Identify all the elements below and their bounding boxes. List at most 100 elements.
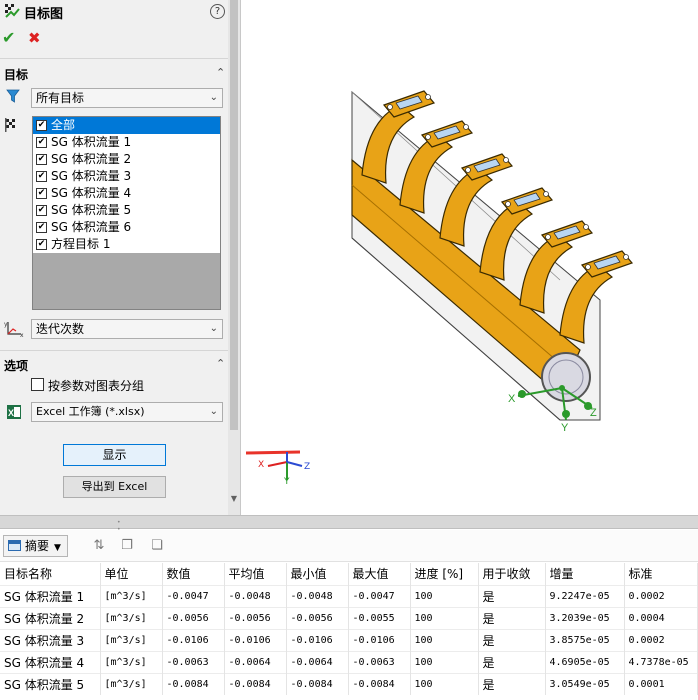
table-header-row: 目标名称 单位 数值 平均值 最小值 最大值 进度 [%] 用于收敛 增量 标准	[0, 563, 698, 585]
x-axis-value: 迭代次数	[36, 322, 85, 336]
table-icon	[8, 540, 21, 551]
svg-text:X: X	[8, 408, 14, 418]
table-cell: 0.0002	[624, 628, 698, 651]
goals-table-toolbar: 摘要 ▼ ⇅ ❐ ❏	[0, 530, 698, 562]
goals-section-header[interactable]: 目标	[4, 66, 28, 83]
group-by-parameter-checkbox[interactable]	[31, 378, 44, 391]
table-cell: -0.0064	[224, 650, 287, 673]
svg-text:y: y	[4, 321, 8, 328]
table-cell: [m^3/s]	[100, 650, 163, 673]
table-cell: [m^3/s]	[100, 606, 163, 629]
copy-icon[interactable]: ❐	[118, 537, 136, 555]
table-cell: -0.0056	[286, 606, 349, 629]
chevron-down-icon: ⌄	[209, 406, 218, 417]
svg-text:x: x	[20, 332, 24, 338]
column-header[interactable]: 进度 [%]	[410, 563, 479, 585]
goal-list-item[interactable]: ✔ SG 体积流量 1	[33, 134, 220, 151]
goal-checkbox[interactable]: ✔	[36, 239, 47, 250]
x-axis-select[interactable]: 迭代次数 ⌄	[31, 319, 223, 339]
table-cell: SG 体积流量 4	[0, 650, 101, 673]
goal-list-item[interactable]: ✔ SG 体积流量 4	[33, 185, 220, 202]
column-header[interactable]: 用于收敛	[478, 563, 546, 585]
goal-checkbox[interactable]: ✔	[36, 120, 47, 131]
axis-icon: xy	[4, 320, 24, 339]
chevron-down-icon: ⌄	[209, 92, 218, 103]
column-header[interactable]: 平均值	[224, 563, 287, 585]
copy-all-icon[interactable]: ❏	[148, 537, 166, 555]
goal-list-item[interactable]: ✔ SG 体积流量 3	[33, 168, 220, 185]
triad-z-label: Z	[304, 462, 311, 472]
show-button[interactable]: 显示	[63, 444, 166, 466]
table-cell: [m^3/s]	[100, 584, 163, 607]
table-row[interactable]: SG 体积流量 1 [m^3/s] -0.0047 -0.0048 -0.0048 -0.…	[0, 584, 698, 607]
panel-scrollbar[interactable]: ▼	[228, 0, 240, 515]
goal-label: SG 体积流量 5	[51, 203, 132, 217]
panel-title: 目标图	[24, 7, 64, 22]
column-header[interactable]: 标准	[624, 563, 698, 585]
goal-list-item[interactable]: ✔ SG 体积流量 5	[33, 202, 220, 219]
goal-list-item[interactable]: ✔ 全部	[33, 117, 220, 134]
column-header[interactable]: 最大值	[348, 563, 411, 585]
goal-list-item[interactable]: ✔ SG 体积流量 2	[33, 151, 220, 168]
checkered-flag-icon	[5, 118, 19, 132]
scroll-down-icon[interactable]: ▼	[229, 494, 239, 504]
table-cell: -0.0048	[286, 584, 349, 607]
table-cell: -0.0084	[162, 672, 225, 695]
goal-list-item[interactable]: ✔ SG 体积流量 6	[33, 219, 220, 236]
table-cell: 100	[410, 650, 479, 673]
table-cell: [m^3/s]	[100, 672, 163, 695]
goal-list[interactable]: ✔ 全部 ✔ SG 体积流量 1 ✔ SG 体积流量 2 ✔ SG 体积流量 3 ✔ SG 体积流…	[32, 116, 221, 310]
table-cell: -0.0106	[286, 628, 349, 651]
column-header[interactable]: 单位	[100, 563, 163, 585]
cancel-button[interactable]: ✖	[28, 29, 41, 47]
goal-checkbox[interactable]: ✔	[36, 137, 47, 148]
column-header[interactable]: 数值	[162, 563, 225, 585]
table-cell: -0.0064	[286, 650, 349, 673]
table-cell: 4.7378e-05	[624, 650, 698, 673]
graphics-viewport[interactable]: X Y Z X Y Z	[178, 0, 698, 515]
column-header[interactable]: 最小值	[286, 563, 349, 585]
goal-checkbox[interactable]: ✔	[36, 222, 47, 233]
options-section-header[interactable]: 选项	[4, 357, 28, 374]
manifold-model: X Y Z	[178, 90, 634, 480]
goal-checkbox[interactable]: ✔	[36, 205, 47, 216]
refresh-icon[interactable]: ⇅	[90, 537, 108, 555]
scrollbar-thumb[interactable]	[230, 0, 238, 430]
goal-checkbox[interactable]: ✔	[36, 171, 47, 182]
table-cell: -0.0063	[162, 650, 225, 673]
export-to-excel-button[interactable]: 导出到 Excel	[63, 476, 166, 498]
column-header[interactable]: 目标名称	[0, 563, 101, 585]
table-cell: -0.0055	[348, 606, 411, 629]
goal-list-item[interactable]: ✔ 方程目标 1	[33, 236, 220, 253]
pane-splitter[interactable]: • • •	[0, 515, 698, 540]
ok-button[interactable]: ✔	[2, 28, 15, 47]
table-cell: 4.6905e-05	[545, 650, 625, 673]
goal-checkbox[interactable]: ✔	[36, 188, 47, 199]
collapse-options-icon[interactable]: ⌃	[216, 357, 225, 370]
table-row[interactable]: SG 体积流量 3 [m^3/s] -0.0106 -0.0106 -0.0106 -0.…	[0, 628, 698, 651]
table-cell: SG 体积流量 5	[0, 672, 101, 695]
collapse-goals-icon[interactable]: ⌃	[216, 66, 225, 79]
goal-label: SG 体积流量 3	[51, 169, 132, 183]
local-z-label: Z	[590, 407, 597, 419]
chevron-down-icon: ⌄	[209, 323, 218, 334]
summary-dropdown-button[interactable]: 摘要 ▼	[3, 535, 68, 557]
table-cell: SG 体积流量 3	[0, 628, 101, 651]
goal-checkbox[interactable]: ✔	[36, 154, 47, 165]
goal-label: SG 体积流量 1	[51, 135, 132, 149]
goal-filter-value: 所有目标	[36, 91, 85, 105]
triad-y-label: Y	[284, 477, 290, 487]
goal-filter-select[interactable]: 所有目标 ⌄	[31, 88, 223, 108]
table-row[interactable]: SG 体积流量 4 [m^3/s] -0.0063 -0.0064 -0.0064 -0.…	[0, 650, 698, 673]
column-header[interactable]: 增量	[545, 563, 625, 585]
goal-label: SG 体积流量 4	[51, 186, 132, 200]
table-cell: -0.0047	[348, 584, 411, 607]
local-y-label: Y	[561, 422, 569, 434]
table-row[interactable]: SG 体积流量 5 [m^3/s] -0.0084 -0.0084 -0.0084 -0.…	[0, 672, 698, 695]
table-cell: 100	[410, 672, 479, 695]
table-cell: 是	[478, 672, 546, 695]
export-format-select[interactable]: Excel 工作簿 (*.xlsx) ⌄	[31, 402, 223, 422]
table-row[interactable]: SG 体积流量 2 [m^3/s] -0.0056 -0.0056 -0.0056 -0.…	[0, 606, 698, 629]
export-format-value: Excel 工作簿 (*.xlsx)	[36, 405, 145, 418]
help-icon[interactable]: ?	[210, 4, 225, 19]
